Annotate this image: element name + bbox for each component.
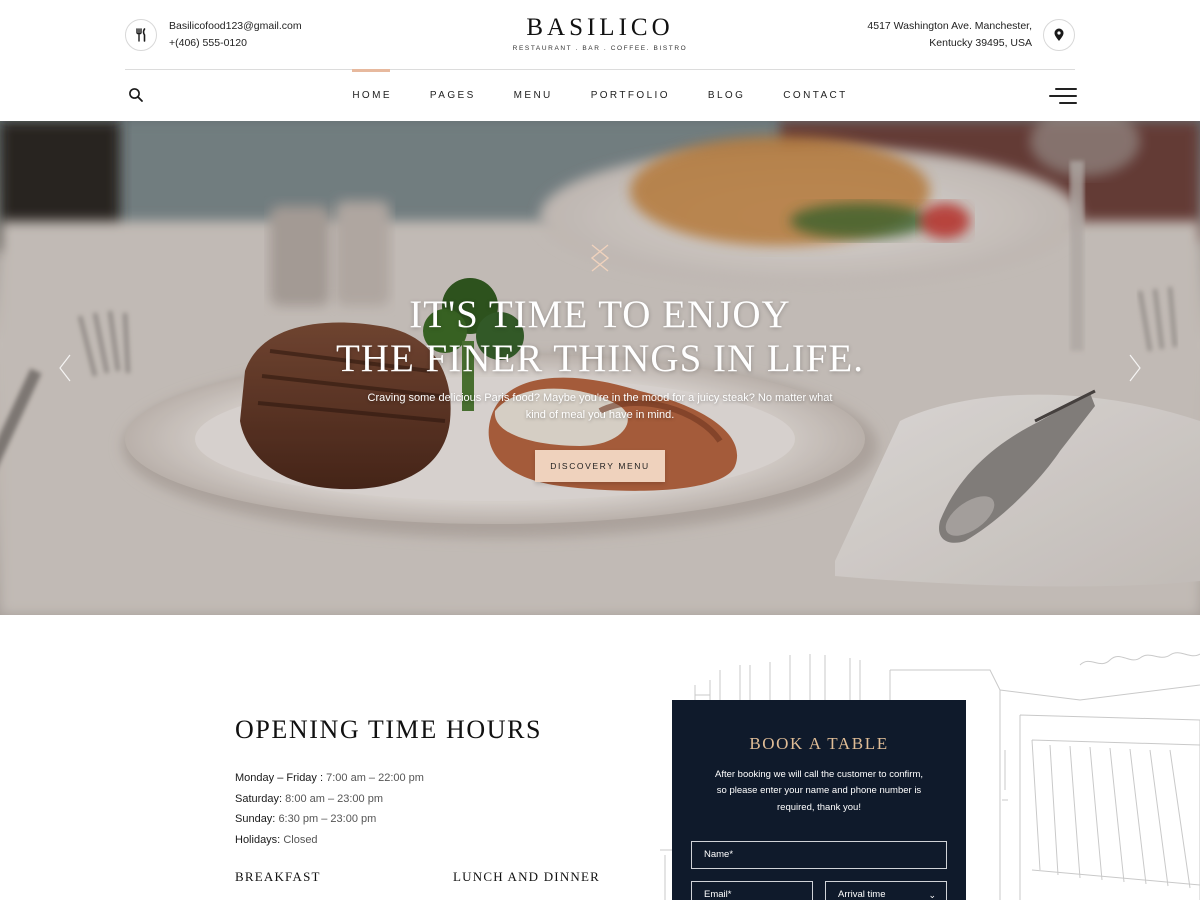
book-desc-line-2: so please enter your name and phone numb… <box>716 785 922 797</box>
nav-item-contact[interactable]: CONTACT <box>764 70 866 121</box>
nav-item-blog[interactable]: BLOG <box>689 70 764 121</box>
hours-row: Monday – Friday : 7:00 am – 22:00 pm <box>235 768 635 789</box>
hours-row: Sunday: 6:30 pm – 23:00 pm <box>235 809 635 830</box>
hero-content: IT'S TIME TO ENJOY THE FINER THINGS IN L… <box>0 121 1200 615</box>
hero-subtitle-line-2: kind of meal you have in mind. <box>525 409 675 421</box>
hours-day: Holidays: <box>235 834 281 847</box>
hours-day: Sunday: <box>235 813 276 826</box>
hours-row: Saturday: 8:00 am – 23:00 pm <box>235 789 635 810</box>
hero-title-line-1: IT'S TIME TO ENJOY <box>409 293 791 336</box>
hours-time: 7:00 am – 22:00 pm <box>326 772 424 784</box>
address-info: 4517 Washington Ave. Manchester, Kentuck… <box>867 18 1032 52</box>
nav-item-pages[interactable]: PAGES <box>411 70 495 121</box>
email-placeholder: Email* <box>704 889 732 900</box>
name-placeholder: Name* <box>704 849 734 860</box>
name-field[interactable]: Name* <box>691 841 947 869</box>
hours-list: Monday – Friday : 7:00 am – 22:00 pm Sat… <box>235 768 635 851</box>
lunch-dinner-heading: LUNCH AND DINNER <box>453 869 601 884</box>
hero-banner: IT'S TIME TO ENJOY THE FINER THINGS IN L… <box>0 121 1200 615</box>
opening-hours-section: OPENING TIME HOURS Monday – Friday : 7:0… <box>235 712 635 884</box>
hero-title: IT'S TIME TO ENJOY THE FINER THINGS IN L… <box>0 293 1200 381</box>
hours-day: Saturday: <box>235 792 283 805</box>
hero-subtitle: Craving some delicious Paris food? Maybe… <box>360 390 840 424</box>
main-nav: HOME PAGES MENU PORTFOLIO BLOG CONTACT <box>0 69 1200 121</box>
book-desc-line-3: required, thank you! <box>777 801 861 813</box>
top-bar: Basilicofood123@gmail.com +(406) 555-012… <box>0 0 1200 70</box>
chevron-down-icon: ⌄ <box>928 890 936 900</box>
hero-title-line-2: THE FINER THINGS IN LIFE. <box>335 337 864 380</box>
hours-time: 8:00 am – 23:00 pm <box>285 792 383 805</box>
nav-item-portfolio[interactable]: PORTFOLIO <box>572 70 689 121</box>
opening-hours-title: OPENING TIME HOURS <box>235 715 543 744</box>
discovery-menu-button[interactable]: DISCOVERY MENU <box>535 450 665 482</box>
chevron-right-icon[interactable] <box>1127 353 1143 383</box>
arrival-placeholder: Arrival time <box>838 889 886 900</box>
book-table-title: BOOK A TABLE <box>749 734 889 753</box>
nav-item-home[interactable]: HOME <box>333 69 411 121</box>
ornament-icon <box>590 244 610 272</box>
arrival-time-select[interactable]: Arrival time ⌄ <box>825 881 947 900</box>
hamburger-icon[interactable] <box>1049 87 1077 105</box>
hours-time: Closed <box>283 834 318 847</box>
address-line-1: 4517 Washington Ave. Manchester, <box>867 20 1032 32</box>
hero-subtitle-line-1: Craving some delicious Paris food? Maybe… <box>367 392 833 404</box>
book-desc-line-1: After booking we will call the customer … <box>714 769 924 780</box>
address-line-2: Kentucky 39495, USA <box>929 37 1032 49</box>
book-table-panel: BOOK A TABLE After booking we will call … <box>672 700 966 900</box>
hours-row: Holidays: Closed <box>235 830 635 851</box>
hours-time: 6:30 pm – 23:00 pm <box>278 813 377 826</box>
nav-item-menu[interactable]: MENU <box>495 70 572 121</box>
chevron-left-icon[interactable] <box>57 353 73 383</box>
map-pin-icon[interactable] <box>1043 19 1075 51</box>
email-field[interactable]: Email* <box>691 881 813 900</box>
nav-menu: HOME PAGES MENU PORTFOLIO BLOG CONTACT <box>0 69 1200 121</box>
hours-day: Monday – Friday : <box>235 772 324 784</box>
breakfast-heading: BREAKFAST <box>235 869 321 884</box>
book-table-description: After booking we will call the customer … <box>702 767 936 816</box>
